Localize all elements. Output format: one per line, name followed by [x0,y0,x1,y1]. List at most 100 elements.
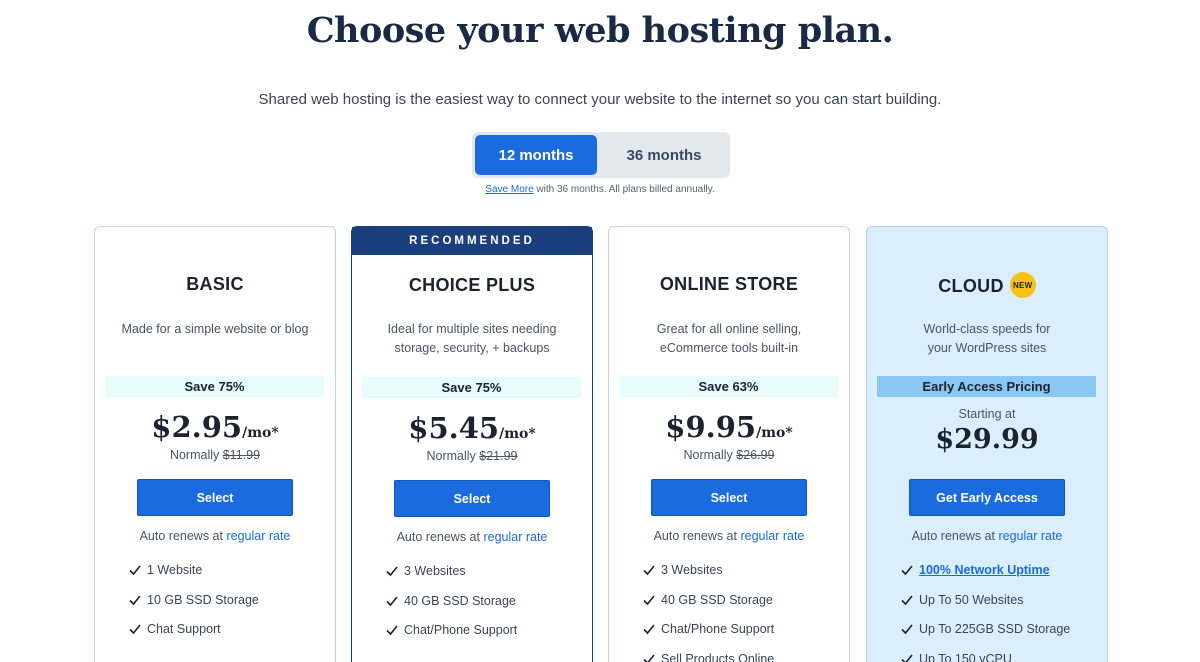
feature-text: Up To 50 Websites [919,592,1024,607]
list-item: 40 GB SSD Storage [643,593,843,623]
check-icon [386,566,398,577]
normal-price-value: $21.99 [479,449,518,463]
billing-note-text: with 36 months. All plans billed annuall… [533,184,715,195]
select-button-basic[interactable]: Select [137,479,293,516]
feature-text: Sell Products Online [661,651,775,662]
plan-name: CHOICE PLUS [408,275,536,295]
feature-text: 10 GB SSD Storage [147,592,259,607]
save-strip: Save 75% [362,377,581,398]
check-icon [129,594,141,605]
plan-description: World-class speeds for your WordPress sit… [879,320,1095,358]
normal-price: Normally $21.99 [352,449,592,463]
normal-price-value: $11.99 [222,448,261,462]
normal-price: Normally $11.99 [95,448,335,462]
new-badge: NEW [1009,272,1036,298]
plan-name-text: CLOUD [938,275,1004,296]
save-more-link[interactable]: Save More [485,184,533,195]
feature-list: 3 Websites 40 GB SSD Storage Chat/Phone … [386,564,586,653]
list-item: 40 GB SSD Storage [386,594,586,624]
regular-rate-link[interactable]: regular rate [740,529,804,543]
normal-price-value: $26.99 [736,448,775,462]
list-item: Chat/Phone Support [643,622,843,652]
plan-name: ONLINE STORE [659,274,799,294]
price-amount: $5.45 [408,411,500,445]
list-item: Chat/Phone Support [386,623,586,653]
regular-rate-link[interactable]: regular rate [226,529,290,543]
plan-description-line: storage, security, + backups [394,341,550,355]
feature-text: 1 Website [147,563,203,577]
renew-note: Auto renews at regular rate [609,529,849,543]
check-icon [386,625,398,636]
list-item: Up To 225GB SSD Storage [901,622,1101,652]
price-suffix: /mo* [499,426,536,442]
renew-text: Auto renews at [396,530,484,544]
term-option-36-months[interactable]: 36 months [601,135,727,175]
feature-text: Up To 150 vCPU [919,651,1012,662]
feature-list: 100% Network Uptime Up To 50 Websites Up… [901,563,1101,662]
renew-text: Auto renews at [139,529,227,543]
plan-description-line: your WordPress sites [927,341,1047,355]
list-item: 3 Websites [643,563,843,593]
normally-label: Normally [426,449,480,463]
list-item: Up To 50 Websites [901,593,1101,623]
plan-card-cloud: CLOUD NEW World-class speeds for your Word… [866,226,1108,662]
network-uptime-link[interactable]: 100% Network Uptime [919,563,1050,577]
save-strip: Save 75% [105,376,324,397]
check-icon [129,565,141,576]
normal-price: Normally $26.99 [609,448,849,462]
check-icon [901,565,913,576]
feature-text: 40 GB SSD Storage [404,593,516,608]
starting-at-label: Starting at [958,407,1016,421]
check-icon [129,624,141,635]
regular-rate-link[interactable]: regular rate [483,530,547,544]
renew-note: Auto renews at regular rate [95,529,335,543]
list-item: 1 Website [129,563,329,593]
feature-text: 40 GB SSD Storage [661,592,773,607]
plan-description: Ideal for multiple sites needing storage,… [364,320,580,358]
renew-note: Auto renews at regular rate [867,529,1107,543]
plan-card-online-store: ONLINE STORE Great for all online sellin… [608,226,850,662]
get-early-access-button[interactable]: Get Early Access [909,479,1065,516]
feature-list: 1 Website 10 GB SSD Storage Chat Support [129,563,329,652]
list-item: 3 Websites [386,564,586,594]
price-suffix: /mo* [242,425,279,441]
select-button-choice-plus[interactable]: Select [394,480,550,517]
feature-list: 3 Websites 40 GB SSD Storage Chat/Phone … [643,563,843,662]
save-strip: Save 63% [619,376,838,397]
plan-card-choice-plus: RECOMMENDED CHOICE PLUS Ideal for multip… [351,226,593,662]
feature-text: Up To 225GB SSD Storage [919,622,1071,636]
check-icon [901,624,913,635]
feature-text: Chat/Phone Support [661,622,775,636]
renew-text: Auto renews at [911,529,999,543]
regular-rate-link[interactable]: regular rate [998,529,1062,543]
plan-description: Made for a simple website or blog [121,322,309,336]
plan-description-line: World-class speeds for [923,322,1051,336]
billing-note: Save More with 36 months. All plans bill… [0,184,1200,195]
check-icon [643,624,655,635]
plan-description: Great for all online selling, eCommerce t… [621,320,837,358]
plan-card-basic: BASIC Made for a simple website or blog … [94,226,336,662]
feature-text: 3 Websites [404,564,466,578]
select-button-online-store[interactable]: Select [651,479,807,516]
plan-name: BASIC [186,274,244,294]
early-access-strip: Early Access Pricing [877,376,1096,397]
recommended-banner: RECOMMENDED [352,227,592,255]
check-icon [643,594,655,605]
price-amount: $9.95 [665,410,757,444]
list-item: Chat Support [129,622,329,652]
page-subtitle: Shared web hosting is the easiest way to… [258,91,942,108]
normally-label: Normally [683,448,737,462]
check-icon [643,565,655,576]
price: $5.45/mo* [352,411,592,445]
term-toggle: 12 months 36 months [472,132,730,178]
normally-label: Normally [169,448,223,462]
check-icon [901,653,913,662]
list-item: Sell Products Online [643,652,843,662]
plan-description-line: eCommerce tools built-in [659,341,799,355]
term-option-12-months[interactable]: 12 months [475,135,597,175]
feature-text: 3 Websites [661,563,723,577]
feature-text: Chat Support [147,622,221,636]
price-suffix: /mo* [756,425,793,441]
price-amount: $29.99 [935,424,1039,455]
plan-name: CLOUD NEW [867,272,1107,300]
